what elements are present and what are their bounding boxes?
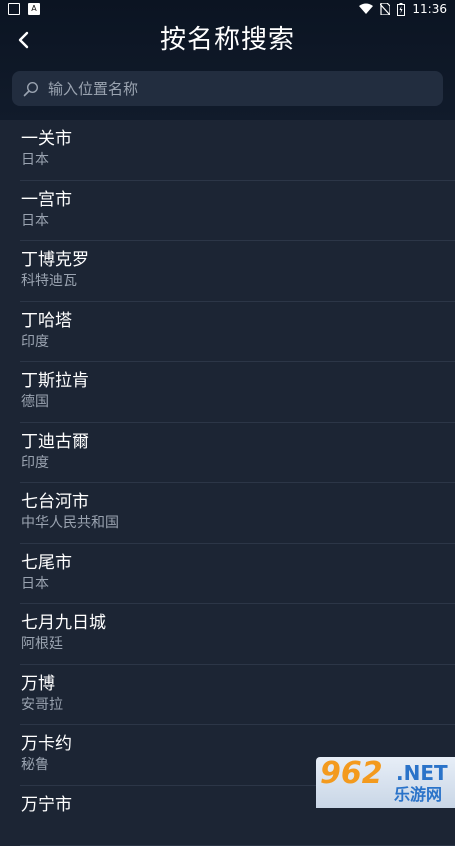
location-country: 德国 (21, 393, 49, 411)
list-item[interactable]: 七尾市日本 (0, 544, 455, 605)
list-item[interactable]: 一关市日本 (0, 120, 455, 181)
location-name: 万卡约 (21, 733, 72, 755)
watermark-domain: .NET (396, 761, 448, 785)
list-item[interactable]: 七月九日城阿根廷 (0, 604, 455, 665)
app-header: A 11:36 按名称搜索 (0, 0, 455, 120)
location-name: 丁博克罗 (21, 249, 89, 271)
search-input[interactable] (48, 71, 428, 106)
location-country: 印度 (21, 454, 49, 472)
battery-icon (397, 3, 405, 16)
location-name: 丁迪古爾 (21, 431, 89, 453)
results-list: 一关市日本一宫市日本丁博克罗科特迪瓦丁哈塔印度丁斯拉肯德国丁迪古爾印度七台河市中… (0, 120, 455, 846)
list-item[interactable]: 一宫市日本 (0, 181, 455, 242)
location-country: 日本 (21, 575, 49, 593)
location-country: 安哥拉 (21, 696, 63, 714)
location-country: 日本 (21, 151, 49, 169)
search-bar[interactable] (12, 71, 443, 106)
watermark-text: 乐游网 (394, 785, 442, 805)
location-name: 丁斯拉肯 (21, 370, 89, 392)
location-country: 日本 (21, 212, 49, 230)
search-icon (23, 81, 39, 97)
location-name: 万博 (21, 673, 55, 695)
watermark-number: 962 (320, 757, 383, 791)
list-item[interactable]: 丁迪古爾印度 (0, 423, 455, 484)
location-name: 一宫市 (21, 189, 72, 211)
list-item[interactable]: 丁哈塔印度 (0, 302, 455, 363)
location-country: 印度 (21, 333, 49, 351)
page-title: 按名称搜索 (0, 20, 455, 60)
location-country: 秘鲁 (21, 756, 49, 774)
status-time: 11:36 (412, 2, 447, 16)
location-name: 丁哈塔 (21, 310, 72, 332)
app-notification-icon: A (28, 3, 40, 15)
status-bar: A 11:36 (0, 0, 455, 20)
location-name: 七月九日城 (21, 612, 106, 634)
list-item[interactable]: 丁博克罗科特迪瓦 (0, 241, 455, 302)
list-item[interactable]: 丁斯拉肯德国 (0, 362, 455, 423)
list-item[interactable]: 七台河市中华人民共和国 (0, 483, 455, 544)
no-sim-icon (380, 3, 390, 15)
location-name: 七台河市 (21, 491, 89, 513)
wifi-icon (359, 3, 373, 15)
list-item[interactable]: 万博安哥拉 (0, 665, 455, 726)
watermark-logo: 962 .NET 乐游网 (316, 757, 455, 808)
location-country: 中华人民共和国 (21, 514, 119, 532)
location-name: 七尾市 (21, 552, 72, 574)
location-country: 阿根廷 (21, 635, 63, 653)
location-name: 万宁市 (21, 794, 72, 816)
location-name: 一关市 (21, 128, 72, 150)
notification-icon (8, 3, 20, 15)
location-country: 科特迪瓦 (21, 272, 77, 290)
